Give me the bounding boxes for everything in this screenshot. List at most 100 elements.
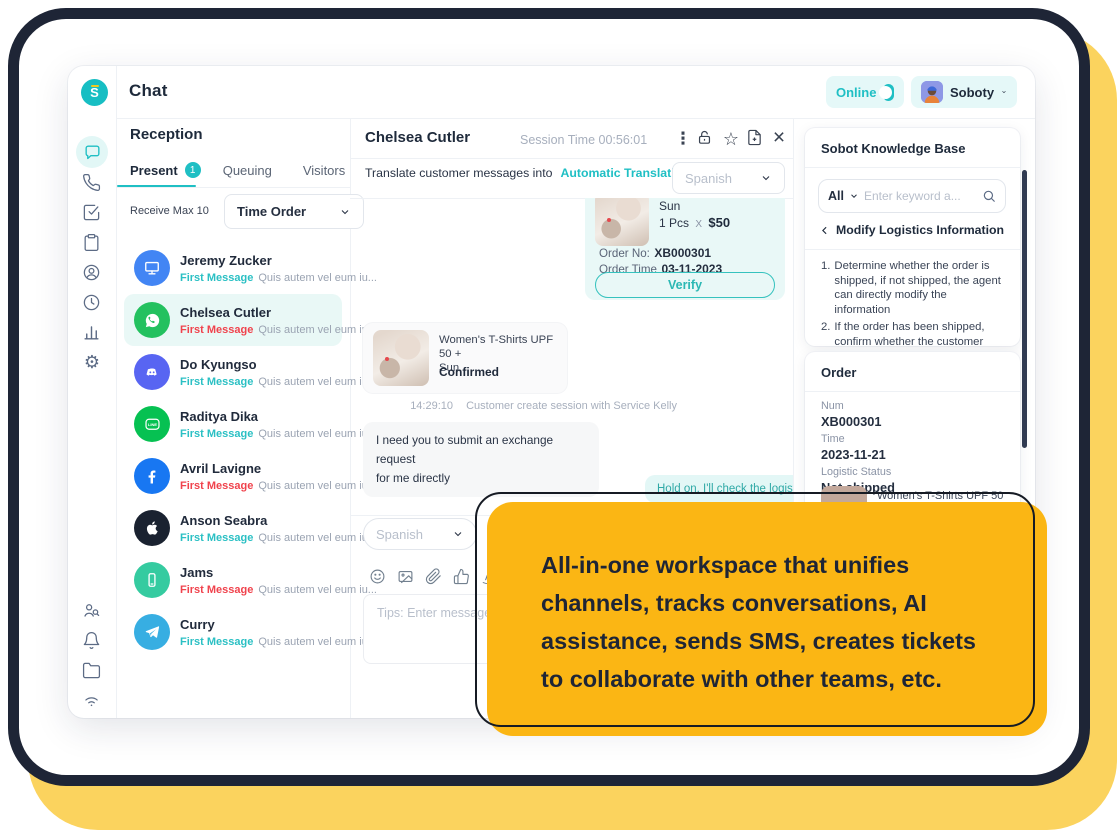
message-preview: Quis autem vel eum iu...	[258, 532, 377, 544]
sidebar-item-settings[interactable]: ⚙	[82, 352, 102, 372]
sidebar-item-notifications[interactable]	[82, 631, 102, 651]
status-badge: First Message	[180, 428, 253, 440]
kb-article-title: Modify Logistics Information	[836, 223, 1004, 237]
product-qty-price: 1 Pcs X $50	[659, 215, 730, 230]
compose-language-select[interactable]: Spanish	[363, 518, 477, 550]
verify-button[interactable]: Verify	[595, 272, 775, 298]
chevron-left-icon[interactable]	[818, 224, 831, 237]
list-item-raditya[interactable]: LINE Raditya Dika First MessageQuis aute…	[124, 398, 342, 450]
online-toggle[interactable]	[883, 84, 894, 101]
knowledge-base-panel: Sobot Knowledge Base All Enter keyword a…	[805, 128, 1020, 346]
kb-divider	[805, 167, 1020, 168]
order-field-num: Num XB000301	[821, 400, 881, 429]
order-select-value: Time Order	[237, 204, 306, 219]
tab-present[interactable]: Present	[130, 163, 178, 178]
list-item-jeremy[interactable]: Jeremy Zucker First MessageQuis autem ve…	[124, 242, 342, 294]
order-select[interactable]: Time Order	[224, 194, 364, 229]
customer-message-bubble: I need you to submit an exchange request…	[363, 422, 599, 497]
status-badge: First Message	[180, 324, 253, 336]
online-label: Online	[836, 85, 876, 100]
panel-scrollbar[interactable]	[1022, 170, 1027, 448]
list-item-jams[interactable]: Jams First MessageQuis autem vel eum iu.…	[124, 554, 342, 606]
emoji-icon[interactable]	[369, 568, 386, 585]
online-status-pill[interactable]: Online	[826, 76, 904, 108]
line-icon: LINE	[134, 406, 170, 442]
chat-header-divider	[350, 158, 793, 159]
list-item-avril[interactable]: Avril Lavigne First MessageQuis autem ve…	[124, 450, 342, 502]
sidebar-item-contacts[interactable]	[82, 263, 102, 283]
chevron-down-icon	[760, 172, 772, 184]
field-value: XB000301	[821, 414, 881, 429]
user-search-icon	[82, 601, 101, 620]
clipboard-icon	[82, 233, 101, 252]
tab-queuing[interactable]: Queuing	[223, 163, 272, 178]
order-no-label: Order No:	[599, 247, 650, 260]
translate-language-select[interactable]: Spanish	[672, 162, 785, 194]
sobot-logo: S	[81, 79, 108, 106]
contact-name: Do Kyungso	[180, 357, 377, 373]
thumbs-up-icon[interactable]	[453, 568, 470, 585]
confirmed-product-card: Women's T-Shirts UPF 50 + Sun Confirmed	[363, 323, 567, 393]
attachment-icon[interactable]	[425, 568, 442, 585]
sidebar-item-files[interactable]	[82, 661, 102, 681]
sidebar-item-chat[interactable]	[76, 136, 108, 168]
kb-step: 1. Determine whether the order is shippe…	[821, 259, 1003, 317]
sidebar-item-history[interactable]	[82, 293, 102, 313]
webchat-icon	[134, 250, 170, 286]
star-icon[interactable]: ☆	[721, 129, 741, 149]
receive-max-label: Receive Max 10	[130, 205, 209, 217]
kb-divider-2	[805, 249, 1020, 250]
kb-search-bar[interactable]: All Enter keyword a...	[818, 179, 1006, 213]
status-badge: First Message	[180, 532, 253, 544]
field-label: Time	[821, 433, 886, 445]
logo-letter: S	[90, 85, 99, 100]
wifi-icon	[82, 690, 101, 709]
export-file-icon[interactable]	[746, 129, 766, 149]
sidebar-item-phone[interactable]	[82, 173, 102, 193]
close-icon[interactable]: ×	[769, 129, 789, 149]
rail-divider	[116, 66, 117, 718]
lock-icon[interactable]	[696, 129, 716, 149]
kb-article-header[interactable]: Modify Logistics Information	[818, 223, 1004, 237]
avatar	[921, 81, 943, 103]
contact-name: Chelsea Cutler	[180, 305, 377, 321]
kb-filter-value[interactable]: All	[828, 189, 844, 203]
system-message-text: Customer create session with Service Kel…	[466, 400, 677, 412]
tab-visitors[interactable]: Visitors	[303, 163, 345, 178]
translate-label: Translate customer messages into	[365, 166, 553, 180]
sidebar-item-tasks[interactable]	[82, 203, 102, 223]
contact-name: Avril Lavigne	[180, 461, 377, 477]
contact-name: Jeremy Zucker	[180, 253, 377, 269]
sidebar-item-analytics[interactable]	[82, 323, 102, 343]
page-title: Chat	[129, 81, 168, 101]
sidebar-item-network[interactable]	[82, 690, 102, 710]
product-name: Sun	[659, 199, 680, 213]
status-badge: First Message	[180, 480, 253, 492]
sidebar-item-agent-search[interactable]	[82, 601, 102, 621]
facebook-icon	[134, 458, 170, 494]
list-item-chelsea[interactable]: Chelsea Cutler First MessageQuis autem v…	[124, 294, 342, 346]
user-menu[interactable]: Soboty	[911, 76, 1017, 108]
whatsapp-icon	[134, 302, 170, 338]
order-field-time: Time 2023-11-21	[821, 433, 886, 462]
list-item-do[interactable]: Do Kyungso First MessageQuis autem vel e…	[124, 346, 342, 398]
search-icon[interactable]	[982, 189, 996, 203]
callout-outline	[475, 492, 1035, 727]
order-verify-card: Sun 1 Pcs X $50 Order No: XB000301 Order…	[585, 198, 785, 300]
product-price: $50	[708, 215, 730, 230]
product-photo	[373, 330, 429, 386]
telegram-icon	[134, 614, 170, 650]
list-item-anson[interactable]: Anson Seabra First MessageQuis autem vel…	[124, 502, 342, 554]
more-options-icon[interactable]: ⋮	[673, 129, 693, 149]
translate-mode-link[interactable]: Automatic Translation	[561, 166, 690, 180]
contact-name: Jams	[180, 565, 377, 581]
image-attach-icon[interactable]	[397, 568, 414, 585]
check-square-icon	[82, 203, 101, 222]
sidebar-item-orders[interactable]	[82, 233, 102, 253]
contact-name: Anson Seabra	[180, 513, 377, 529]
chevron-down-icon	[1001, 86, 1007, 98]
kb-step-number: 1.	[821, 259, 830, 317]
list-item-curry[interactable]: Curry First MessageQuis autem vel eum iu…	[124, 606, 342, 658]
kb-search-placeholder[interactable]: Enter keyword a...	[864, 189, 977, 203]
conversation-title: Chelsea Cutler	[365, 129, 470, 146]
